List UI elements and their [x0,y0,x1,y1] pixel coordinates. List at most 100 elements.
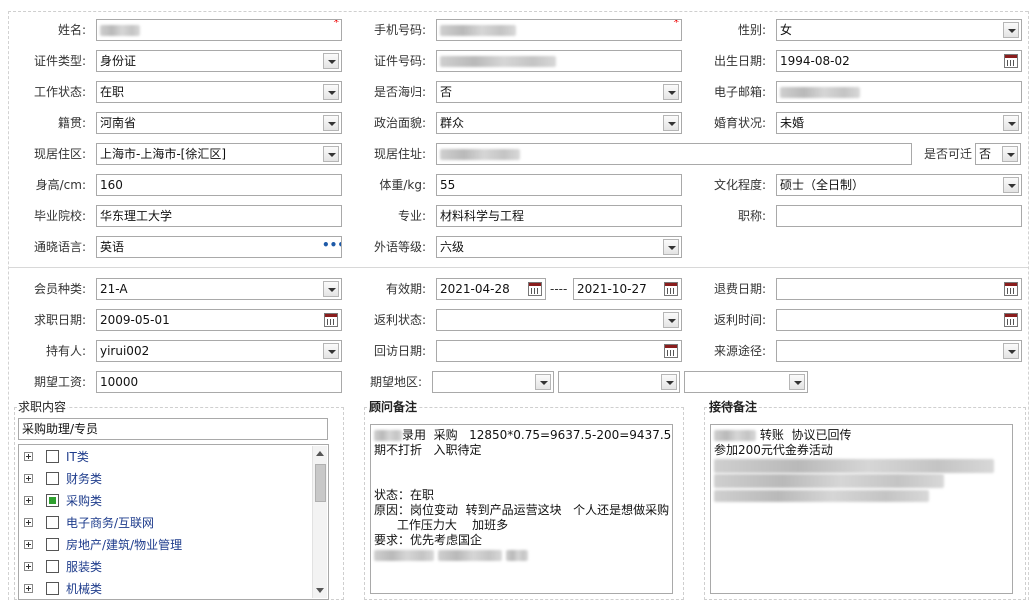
checkbox[interactable] [46,494,59,507]
chevron-down-icon[interactable] [663,239,679,255]
major-input[interactable]: 材料科学与工程 [436,205,682,227]
chevron-down-icon[interactable] [323,115,339,131]
current-area-select[interactable]: 上海市-上海市-[徐汇区] [96,143,342,165]
scroll-up-icon[interactable] [316,451,324,456]
note-line: 期不打折 入职待定 [374,443,482,457]
chevron-down-icon[interactable] [1003,115,1019,131]
redacted-text [714,473,944,488]
more-icon[interactable]: ••• [322,237,341,257]
job-content-selected[interactable]: 采购助理/专员 [18,418,328,440]
checkbox[interactable] [46,516,59,529]
email-label: 电子邮箱: [713,85,766,99]
height-input[interactable]: 160 [96,174,342,196]
tree-item[interactable]: 服装类 [19,556,311,578]
tree-item[interactable]: IT类 [19,446,311,468]
chevron-down-icon[interactable] [661,374,677,390]
native-place-select[interactable]: 河南省 [96,112,342,134]
expected-region-city-select[interactable] [558,371,680,393]
scroll-down-icon[interactable] [316,588,324,593]
holder-select[interactable]: yirui002 [96,340,342,362]
tree-item[interactable]: 房地产/建筑/物业管理 [19,534,311,556]
checkbox[interactable] [46,560,59,573]
calendar-icon[interactable] [664,282,678,296]
chevron-down-icon[interactable] [663,84,679,100]
member-type-select[interactable]: 21-A [96,278,342,300]
returnee-select[interactable]: 否 [436,81,682,103]
job-seek-date-input[interactable]: 2009-05-01 [96,309,342,331]
calendar-icon[interactable] [1004,54,1018,68]
weight-input[interactable]: 55 [436,174,682,196]
refund-date-input[interactable] [776,278,1022,300]
phone-input[interactable]: * [436,19,682,41]
expand-icon[interactable] [24,452,33,461]
calendar-icon[interactable] [1004,313,1018,327]
chevron-down-icon[interactable] [323,146,339,162]
chevron-down-icon[interactable] [1003,343,1019,359]
work-status-select[interactable]: 在职 [96,81,342,103]
marital-status-select[interactable]: 未婚 [776,112,1022,134]
expected-region-district-select[interactable] [684,371,808,393]
chevron-down-icon[interactable] [789,374,805,390]
checkbox[interactable] [46,582,59,595]
tree-item[interactable]: 财务类 [19,468,311,490]
expand-icon[interactable] [24,584,33,593]
scroll-thumb[interactable] [315,464,326,502]
language-level-select[interactable]: 六级 [436,236,682,258]
reception-notes-title: 接待备注 [708,399,759,415]
id-type-select[interactable]: 身份证 [96,50,342,72]
validity-end-input[interactable]: 2021-10-27 [573,278,682,300]
birth-date-input[interactable]: 1994-08-02 [776,50,1022,72]
tree-scrollbar[interactable] [312,446,327,598]
tree-item[interactable]: 机械类 [19,578,311,599]
calendar-icon[interactable] [324,313,338,327]
chevron-down-icon[interactable] [663,115,679,131]
calendar-icon[interactable] [664,344,678,358]
expected-salary-label: 期望工资: [33,375,86,389]
tree-item[interactable]: 采购类 [19,490,311,512]
current-address-input[interactable] [436,143,912,165]
chevron-down-icon[interactable] [1003,22,1019,38]
chevron-down-icon[interactable] [1002,146,1018,162]
calendar-icon[interactable] [1004,282,1018,296]
expected-region-province-select[interactable] [432,371,554,393]
rebate-status-select[interactable] [436,309,682,331]
name-input[interactable]: * [96,19,342,41]
reception-notes-textarea[interactable]: 转账 协议已回传 参加200元代金券活动 [710,424,1013,594]
checkbox[interactable] [46,472,59,485]
expand-icon[interactable] [24,474,33,483]
chevron-down-icon[interactable] [323,53,339,69]
calendar-icon[interactable] [528,282,542,296]
political-status-select[interactable]: 群众 [436,112,682,134]
expand-icon[interactable] [24,540,33,549]
school-input[interactable]: 华东理工大学 [96,205,342,227]
tree-item[interactable]: 电子商务/互联网 [19,512,311,534]
chevron-down-icon[interactable] [535,374,551,390]
checkbox[interactable] [46,450,59,463]
chevron-down-icon[interactable] [663,312,679,328]
expand-icon[interactable] [24,562,33,571]
expected-salary-input[interactable]: 10000 [96,371,342,393]
validity-start-input[interactable]: 2021-04-28 [436,278,546,300]
chevron-down-icon[interactable] [323,84,339,100]
id-number-input[interactable] [436,50,682,72]
gender-select[interactable]: 女 [776,19,1022,41]
chevron-down-icon[interactable] [323,281,339,297]
checkbox[interactable] [46,538,59,551]
rebate-time-input[interactable] [776,309,1022,331]
email-input[interactable] [776,81,1022,103]
relocate-select[interactable]: 否 [975,143,1021,165]
source-select[interactable] [776,340,1022,362]
revisit-date-input[interactable] [436,340,682,362]
consultant-notes-textarea[interactable]: 录用 采购 12850*0.75=9637.5-200=9437.5 试用 期不… [370,424,673,594]
holder-value: yirui002 [100,344,150,358]
language-label: 通晓语言: [33,240,86,254]
chevron-down-icon[interactable] [1003,177,1019,193]
language-input[interactable]: 英语 ••• [96,236,342,258]
job-category-tree[interactable]: IT类 财务类 采购类 电子商务/互联网 房地产/建筑/物业管理 服装类 机械类 [18,444,329,600]
title-input[interactable] [776,205,1022,227]
chevron-down-icon[interactable] [323,343,339,359]
expand-icon[interactable] [24,518,33,527]
expand-icon[interactable] [24,496,33,505]
redacted-text [714,489,929,502]
education-select[interactable]: 硕士（全日制） [776,174,1022,196]
